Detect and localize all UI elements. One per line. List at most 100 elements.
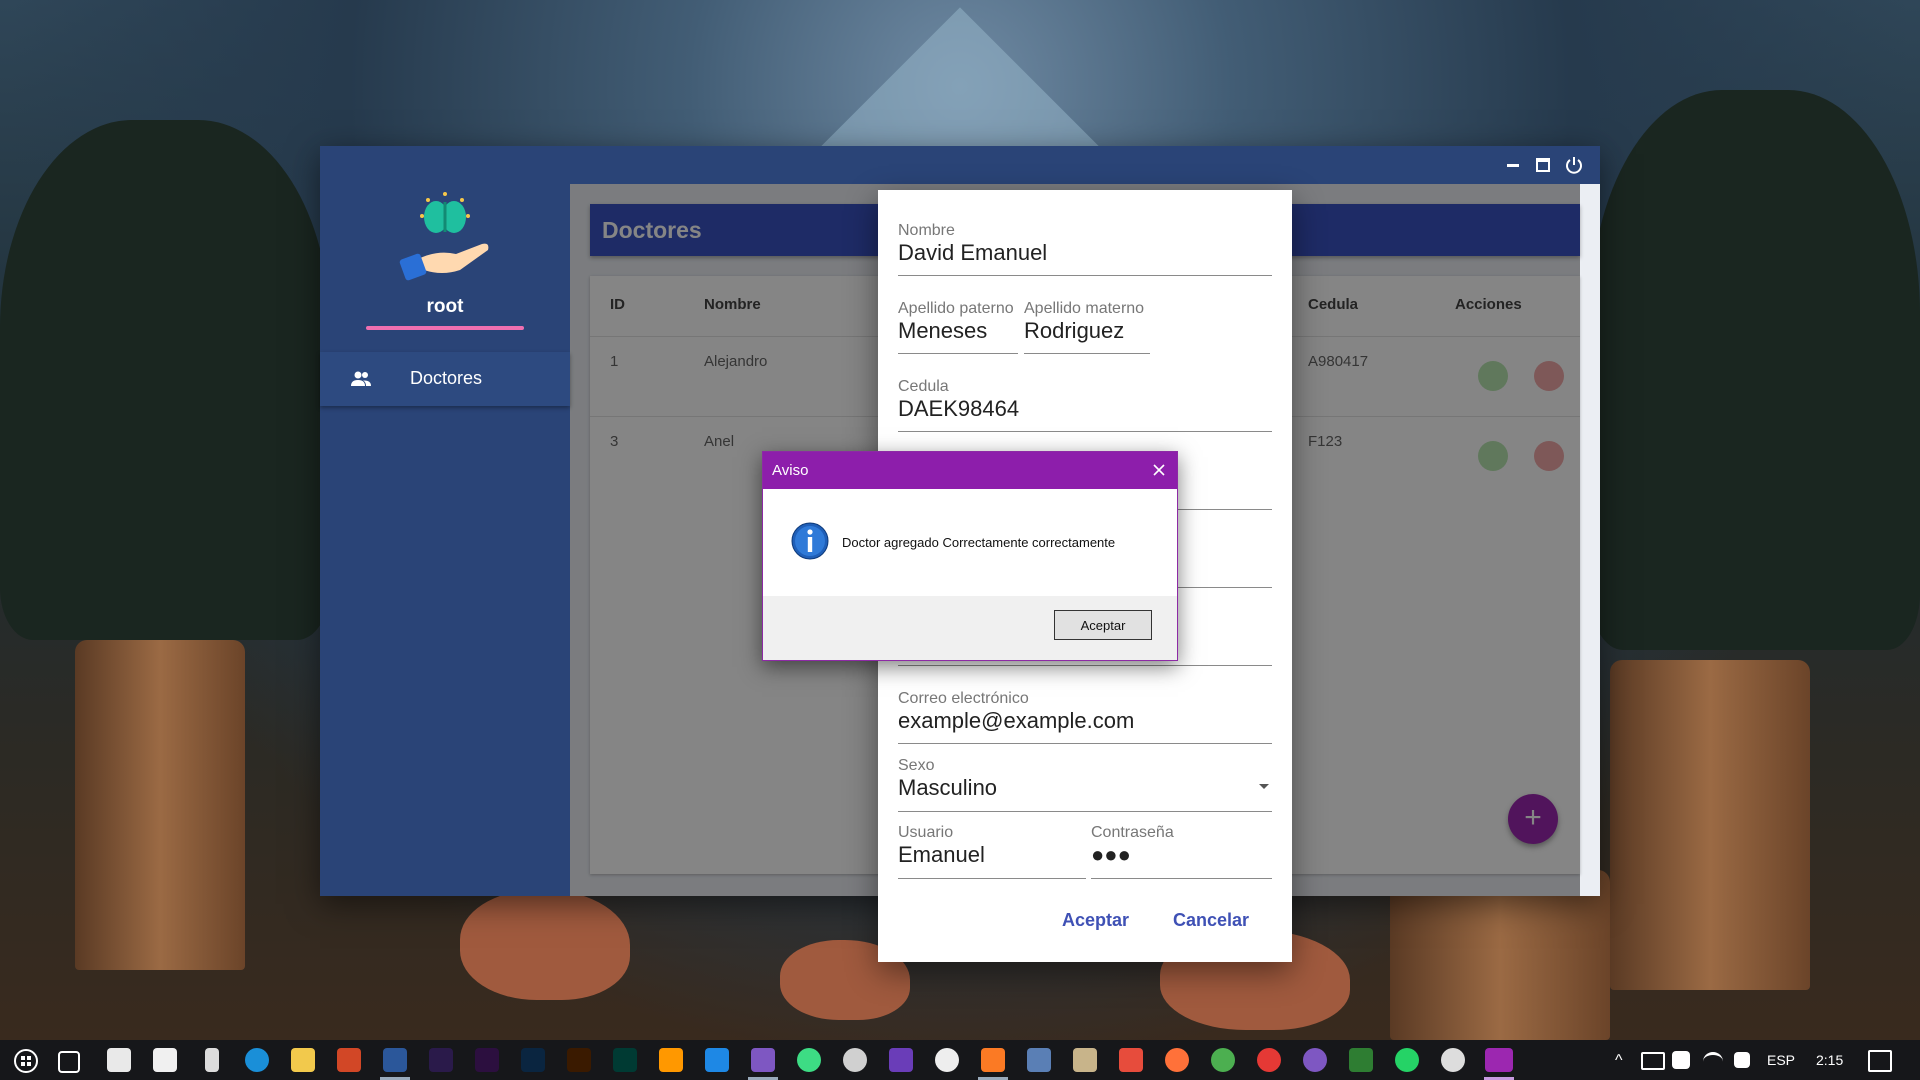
- minimize-icon[interactable]: [1502, 154, 1524, 176]
- message-box-titlebar: Aviso: [763, 452, 1177, 489]
- field-underline: [898, 353, 1018, 354]
- apellido-paterno-label: Apellido paterno: [898, 300, 1014, 317]
- usuario-field[interactable]: Usuario Emanuel: [898, 824, 1086, 879]
- current-app-icon[interactable]: [1485, 1048, 1513, 1072]
- app-p-icon[interactable]: [1257, 1048, 1281, 1072]
- nombre-field[interactable]: Nombre David Emanuel: [898, 222, 1272, 276]
- title-bar: [320, 146, 1600, 184]
- user-underline: [366, 326, 524, 330]
- correo-label: Correo electrónico: [898, 690, 1029, 707]
- nombre-value: David Emanuel: [898, 240, 1048, 265]
- field-underline: [898, 431, 1272, 432]
- message-box: Aviso Doctor agregado Correctamente corr…: [762, 451, 1178, 661]
- mail-icon[interactable]: [107, 1048, 131, 1072]
- vscode-icon[interactable]: [705, 1048, 729, 1072]
- sidebar-item-doctores[interactable]: Doctores: [320, 352, 570, 406]
- form-cancel-button[interactable]: Cancelar: [1173, 910, 1249, 931]
- premiere-icon[interactable]: [475, 1048, 499, 1072]
- usuario-label: Usuario: [898, 824, 954, 841]
- visual-studio-icon[interactable]: [751, 1048, 775, 1072]
- message-text: Doctor agregado Correctamente correctame…: [842, 535, 1116, 550]
- wallpaper-tree: [1590, 90, 1920, 650]
- people-icon: [351, 371, 371, 386]
- message-box-footer: Aceptar: [763, 596, 1177, 660]
- field-underline: [1024, 353, 1150, 354]
- info-icon: [791, 522, 829, 560]
- wallpaper-rock: [460, 890, 630, 1000]
- message-box-title: Aviso: [772, 462, 809, 479]
- word-icon[interactable]: [383, 1048, 407, 1072]
- language-indicator[interactable]: ESP: [1767, 1052, 1795, 1068]
- correo-value: example@example.com: [898, 708, 1135, 733]
- field-underline: [898, 878, 1086, 879]
- start-icon[interactable]: [13, 1048, 39, 1074]
- message-ok-button[interactable]: Aceptar: [1054, 610, 1152, 640]
- chrome-icon[interactable]: [1211, 1048, 1235, 1072]
- correo-field[interactable]: Correo electrónico example@example.com: [898, 690, 1272, 744]
- wallpaper-tree: [0, 120, 330, 640]
- chevron-down-icon[interactable]: [1258, 783, 1270, 791]
- notifications-icon[interactable]: [1868, 1050, 1892, 1072]
- drive-icon[interactable]: [1672, 1051, 1690, 1069]
- tools-icon[interactable]: [1073, 1048, 1097, 1072]
- store-icon[interactable]: [153, 1048, 177, 1072]
- photoshop-icon[interactable]: [521, 1048, 545, 1072]
- unity-icon[interactable]: [935, 1048, 959, 1072]
- user-name: root: [426, 296, 464, 317]
- animate-icon[interactable]: [429, 1048, 453, 1072]
- chevron-up-icon[interactable]: ^: [1615, 1052, 1623, 1070]
- close-icon[interactable]: [1149, 460, 1169, 480]
- phpstorm-icon[interactable]: [889, 1048, 913, 1072]
- apellido-paterno-field[interactable]: Apellido paterno Meneses: [898, 300, 1018, 354]
- firefox-icon[interactable]: [1165, 1048, 1189, 1072]
- app-circle-icon[interactable]: [1303, 1048, 1327, 1072]
- maximize-icon[interactable]: [1532, 154, 1554, 176]
- app-icon[interactable]: [1119, 1048, 1143, 1072]
- password-label: Contraseña: [1091, 824, 1174, 841]
- folder-icon[interactable]: [291, 1048, 315, 1072]
- battery-icon[interactable]: [1641, 1052, 1665, 1070]
- audition-icon[interactable]: [613, 1048, 637, 1072]
- mysql-icon[interactable]: [1027, 1048, 1051, 1072]
- android-studio-icon[interactable]: [797, 1048, 821, 1072]
- apellido-paterno-value: Meneses: [898, 318, 988, 343]
- field-underline: [898, 275, 1272, 276]
- wallpaper-stump: [1610, 660, 1810, 990]
- settings-icon[interactable]: [1441, 1048, 1465, 1072]
- sexo-label: Sexo: [898, 757, 935, 774]
- wallpaper-stump: [75, 640, 245, 970]
- power-icon[interactable]: [1563, 154, 1585, 176]
- cedula-field[interactable]: Cedula DAEK98464: [898, 378, 1272, 432]
- headphones-icon[interactable]: [245, 1048, 269, 1072]
- field-underline: [1091, 878, 1272, 879]
- task-view-icon[interactable]: [58, 1051, 80, 1073]
- cedula-label: Cedula: [898, 378, 949, 395]
- phone-icon[interactable]: [205, 1048, 219, 1072]
- sublime-icon[interactable]: [659, 1048, 683, 1072]
- nombre-label: Nombre: [898, 222, 955, 239]
- apellido-materno-label: Apellido materno: [1024, 300, 1145, 317]
- clock[interactable]: 2:15: [1816, 1052, 1843, 1068]
- form-accept-button[interactable]: Aceptar: [1062, 910, 1129, 931]
- illustrator-icon[interactable]: [567, 1048, 591, 1072]
- sexo-select[interactable]: Sexo Masculino: [898, 757, 1272, 812]
- powerpoint-icon[interactable]: [337, 1048, 361, 1072]
- password-value: ●●●: [1091, 842, 1131, 867]
- field-underline: [898, 743, 1272, 744]
- excel-like-icon[interactable]: [1349, 1048, 1373, 1072]
- xampp-icon[interactable]: [981, 1048, 1005, 1072]
- brain-hand-logo: [399, 192, 489, 281]
- apellido-materno-field[interactable]: Apellido materno Rodriguez: [1024, 300, 1150, 354]
- field-underline: [898, 665, 1272, 666]
- usuario-value: Emanuel: [898, 842, 985, 867]
- speaker-icon[interactable]: [1734, 1052, 1750, 1068]
- whatsapp-icon[interactable]: [1395, 1048, 1419, 1072]
- sidebar: root Doctores: [320, 184, 570, 896]
- sidebar-item-label: Doctores: [410, 368, 483, 388]
- wifi-icon[interactable]: [1703, 1052, 1723, 1071]
- taskbar: ^ ESP 2:15: [0, 1040, 1920, 1080]
- eclipse-icon[interactable]: [843, 1048, 867, 1072]
- apellido-materno-value: Rodriguez: [1024, 318, 1125, 343]
- password-field[interactable]: Contraseña ●●●: [1091, 824, 1272, 879]
- field-underline: [898, 811, 1272, 812]
